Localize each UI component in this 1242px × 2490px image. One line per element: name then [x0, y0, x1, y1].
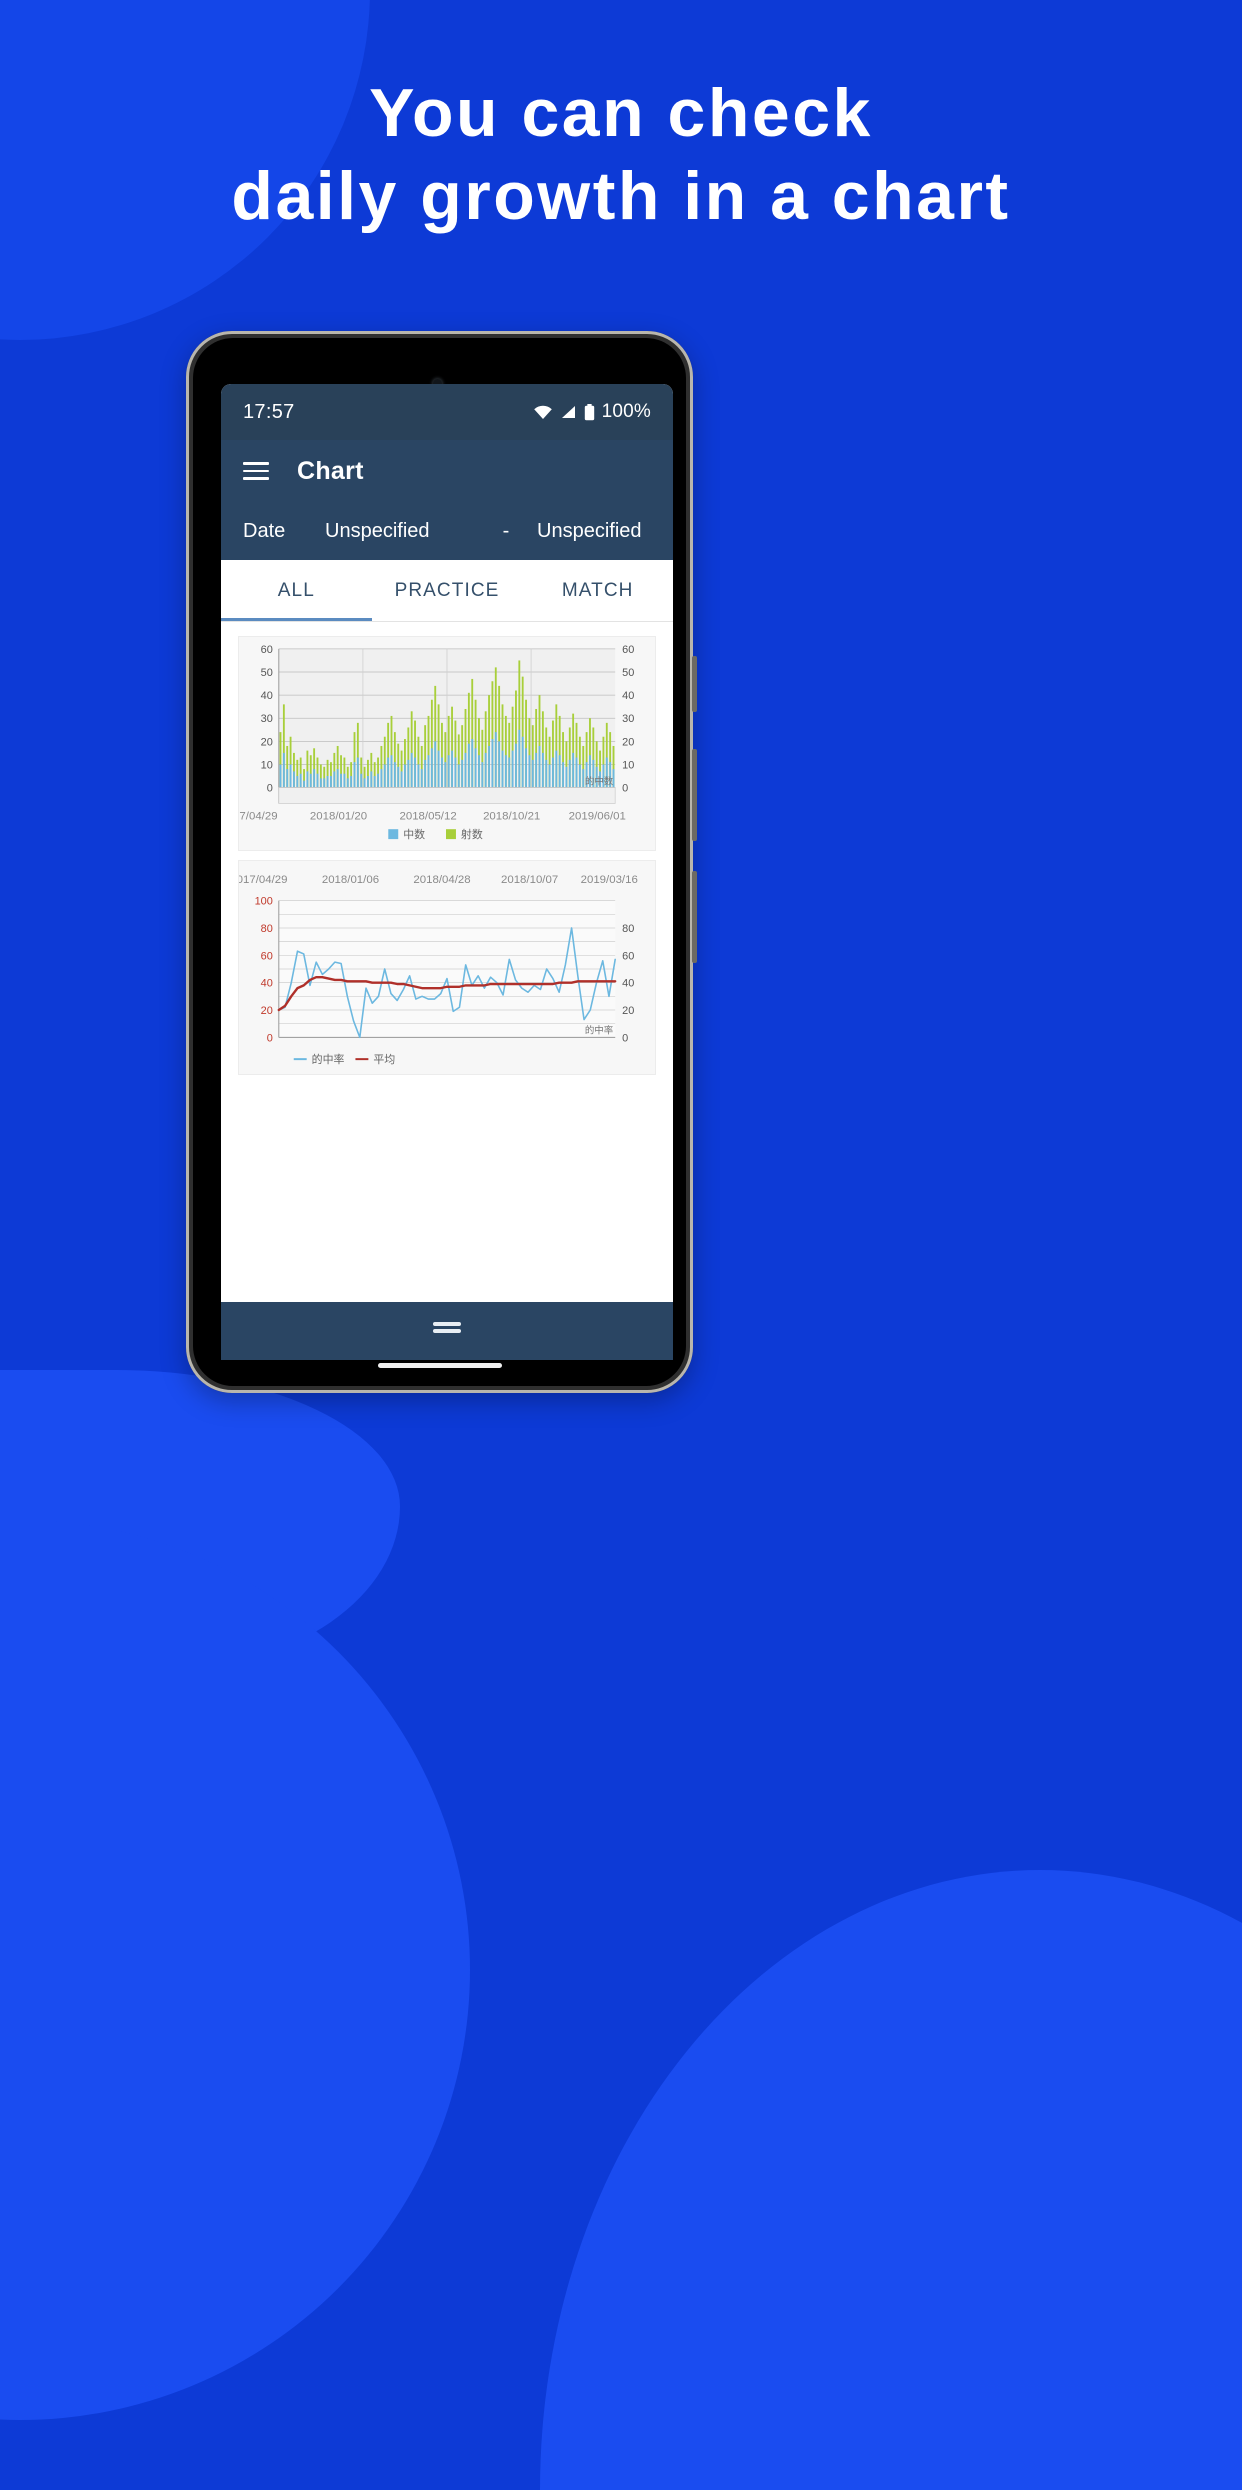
- svg-text:40: 40: [261, 690, 273, 702]
- svg-text:2018/05/12: 2018/05/12: [399, 810, 456, 822]
- drag-handle-icon[interactable]: [433, 1322, 461, 1333]
- background-blob-bottom-left: [0, 1520, 470, 2420]
- status-bar: 17:57 100%: [221, 384, 673, 440]
- svg-text:2018/04/28: 2018/04/28: [413, 874, 470, 886]
- svg-text:射数: 射数: [461, 827, 483, 841]
- tab-practice[interactable]: PRACTICE: [372, 560, 523, 621]
- app-bar: Chart: [221, 440, 673, 502]
- battery-icon: [584, 403, 595, 421]
- svg-text:10: 10: [622, 759, 634, 771]
- svg-text:的中率: 的中率: [585, 1024, 613, 1036]
- gesture-home-indicator: [377, 1363, 502, 1368]
- svg-text:0: 0: [267, 1032, 273, 1044]
- svg-text:20: 20: [261, 1005, 273, 1017]
- svg-text:10: 10: [261, 759, 273, 771]
- svg-text:80: 80: [261, 923, 273, 935]
- svg-text:2018/10/21: 2018/10/21: [483, 810, 540, 822]
- svg-text:30: 30: [622, 713, 634, 725]
- date-to-field[interactable]: Unspecified: [537, 520, 651, 543]
- phone-screen-bezel: 17:57 100% Chart Date Unspecified - Unsp…: [193, 338, 686, 1386]
- svg-text:40: 40: [261, 978, 273, 990]
- svg-text:的中数: 的中数: [585, 776, 614, 788]
- svg-text:20: 20: [622, 736, 634, 748]
- bottom-nav-bar: [221, 1302, 673, 1360]
- phone-mockup: 17:57 100% Chart Date Unspecified - Unsp…: [186, 331, 697, 1393]
- svg-text:2018/01/06: 2018/01/06: [322, 874, 379, 886]
- chart-content-area: 01020304050600102030405060的中数2017/04/292…: [221, 622, 673, 1288]
- svg-text:20: 20: [261, 736, 273, 748]
- svg-text:60: 60: [261, 950, 273, 962]
- svg-text:0: 0: [267, 783, 273, 795]
- phone-side-button-vol-dn: [692, 871, 697, 963]
- svg-text:2019/06/01: 2019/06/01: [569, 810, 626, 822]
- date-filter-label: Date: [243, 519, 286, 542]
- signal-icon: [560, 404, 577, 420]
- hit-rate-line-chart[interactable]: 2017/04/29 2018/01/06 2018/04/28 2018/10/07…: [239, 861, 655, 1074]
- status-bar-time: 17:57: [243, 400, 295, 423]
- hamburger-menu-icon[interactable]: [243, 462, 269, 480]
- svg-text:80: 80: [622, 923, 634, 935]
- svg-text:40: 40: [622, 978, 634, 990]
- svg-text:2018/01/20: 2018/01/20: [310, 810, 367, 822]
- svg-text:30: 30: [261, 713, 273, 725]
- svg-text:60: 60: [622, 950, 634, 962]
- svg-text:2018/10/07: 2018/10/07: [501, 874, 558, 886]
- headline-line-1: You can check: [369, 75, 873, 151]
- svg-text:50: 50: [622, 667, 634, 679]
- headline-line-2: daily growth in a chart: [231, 158, 1011, 235]
- tab-bar: ALL PRACTICE MATCH: [221, 560, 673, 622]
- status-bar-icons: 100%: [533, 401, 651, 423]
- svg-text:0: 0: [622, 783, 628, 795]
- svg-text:的中率: 的中率: [312, 1052, 345, 1066]
- tab-active-indicator: [221, 618, 372, 621]
- phone-side-button-vol-up: [692, 749, 697, 841]
- svg-text:2017/04/29: 2017/04/29: [239, 810, 278, 822]
- svg-text:20: 20: [622, 1005, 634, 1017]
- date-filter-bar: Date Unspecified - Unspecified: [221, 502, 673, 560]
- svg-text:100: 100: [255, 896, 273, 908]
- phone-side-button-power: [692, 656, 697, 712]
- svg-text:中数: 中数: [403, 828, 425, 841]
- svg-text:40: 40: [622, 690, 634, 702]
- line-chart-card[interactable]: 2017/04/29 2018/01/06 2018/04/28 2018/10/07…: [238, 860, 656, 1075]
- date-range-separator: -: [502, 519, 510, 542]
- svg-text:60: 60: [622, 644, 634, 656]
- tab-match[interactable]: MATCH: [522, 560, 673, 621]
- bar-chart-card[interactable]: 0 10 20 30 40 50 60 0 10 20 30 40 50 60 的中数 2017/04/29 2…: [238, 636, 656, 851]
- tab-all[interactable]: ALL: [221, 560, 372, 621]
- app-screen: 17:57 100% Chart Date Unspecified - Unsp…: [221, 384, 673, 1360]
- headline: You can check daily growth in a chart: [0, 75, 1242, 235]
- hits-shots-bar-chart[interactable]: 0 10 20 30 40 50 60 0 10 20 30 40 50 60 的中数 2017/04/29 2…: [239, 637, 655, 850]
- wifi-icon: [533, 404, 553, 420]
- svg-text:50: 50: [261, 667, 273, 679]
- svg-text:0: 0: [622, 1032, 628, 1044]
- battery-percent-label: 100%: [601, 401, 651, 422]
- svg-text:60: 60: [261, 644, 273, 656]
- svg-text:平均: 平均: [373, 1053, 395, 1066]
- svg-text:2017/04/29: 2017/04/29: [239, 874, 288, 886]
- svg-text:2019/03/16: 2019/03/16: [581, 874, 638, 886]
- background-blob-bottom-right: [540, 1870, 1242, 2490]
- background-wave-left: [0, 1370, 400, 1670]
- date-from-field[interactable]: Unspecified: [325, 520, 475, 543]
- page-title: Chart: [297, 456, 364, 485]
